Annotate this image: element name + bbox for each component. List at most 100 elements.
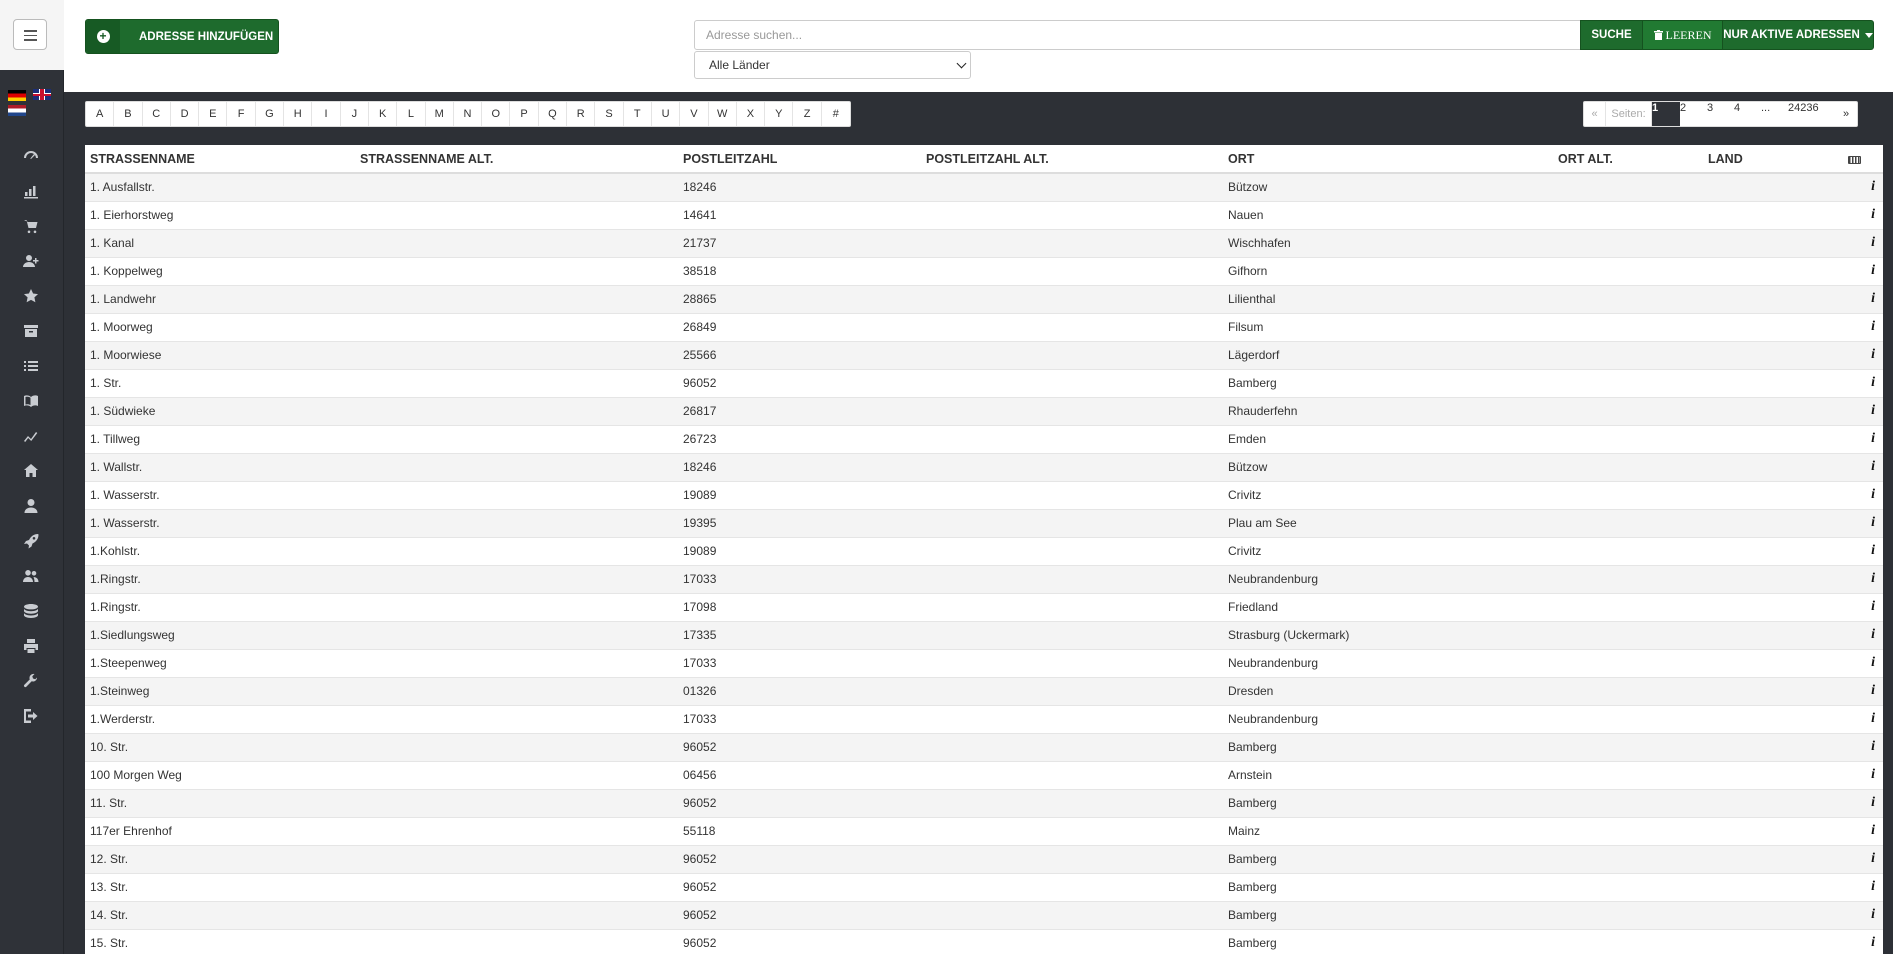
info-icon[interactable]: i xyxy=(1833,172,1883,201)
info-icon[interactable]: i xyxy=(1833,844,1883,873)
country-select[interactable]: Alle Länder xyxy=(694,51,971,79)
table-row[interactable]: 1. Kanal 21737 Wischhafen i xyxy=(85,228,1883,257)
sidebar-item-wrench[interactable] xyxy=(20,672,42,690)
alphabet-letter-q[interactable]: Q xyxy=(539,102,568,126)
sidebar-item-star[interactable] xyxy=(20,287,42,305)
info-icon[interactable]: i xyxy=(1833,788,1883,817)
table-row[interactable]: 1. Str. 96052 Bamberg i xyxy=(85,368,1883,397)
alphabet-letter-e[interactable]: E xyxy=(199,102,228,126)
info-icon[interactable]: i xyxy=(1833,340,1883,369)
column-header-street[interactable]: STRASSENNAME xyxy=(85,145,355,174)
table-row[interactable]: 1. Koppelweg 38518 Gifhorn i xyxy=(85,256,1883,285)
table-row[interactable]: 1. Wasserstr. 19089 Crivitz i xyxy=(85,480,1883,509)
table-row[interactable]: 12. Str. 96052 Bamberg i xyxy=(85,844,1883,873)
table-row[interactable]: 1. Südwieke 26817 Rhauderfehn i xyxy=(85,396,1883,425)
info-icon[interactable]: i xyxy=(1833,480,1883,509)
info-icon[interactable]: i xyxy=(1833,676,1883,705)
column-header-country[interactable]: LAND xyxy=(1703,145,1833,174)
info-icon[interactable]: i xyxy=(1833,228,1883,257)
column-header-city-alt[interactable]: ORT ALT. xyxy=(1553,145,1703,174)
alphabet-letter-b[interactable]: B xyxy=(114,102,143,126)
info-icon[interactable]: i xyxy=(1833,872,1883,901)
pagination-page-24236[interactable]: 24236 xyxy=(1788,102,1835,126)
table-row[interactable]: 15. Str. 96052 Bamberg i xyxy=(85,928,1883,954)
flag-german-icon[interactable] xyxy=(8,90,26,101)
alphabet-letter-k[interactable]: K xyxy=(369,102,398,126)
alphabet-letter-g[interactable]: G xyxy=(256,102,285,126)
info-icon[interactable]: i xyxy=(1833,900,1883,929)
info-icon[interactable]: i xyxy=(1833,312,1883,341)
pagination-page-2[interactable]: 2 xyxy=(1680,102,1707,126)
table-row[interactable]: 13. Str. 96052 Bamberg i xyxy=(85,872,1883,901)
info-icon[interactable]: i xyxy=(1833,704,1883,733)
info-icon[interactable]: i xyxy=(1833,564,1883,593)
sidebar-item-home[interactable] xyxy=(20,462,42,480)
pagination-page-1[interactable]: 1 xyxy=(1652,102,1680,126)
table-row[interactable]: 1. Ausfallstr. 18246 Bützow i xyxy=(85,172,1883,201)
info-icon[interactable]: i xyxy=(1833,648,1883,677)
info-icon[interactable]: i xyxy=(1833,452,1883,481)
table-row[interactable]: 14. Str. 96052 Bamberg i xyxy=(85,900,1883,929)
column-header-postal-code-alt[interactable]: POSTLEITZAHL ALT. xyxy=(921,145,1223,174)
sidebar-item-list[interactable] xyxy=(20,357,42,375)
alphabet-letter-r[interactable]: R xyxy=(567,102,596,126)
alphabet-letter-y[interactable]: Y xyxy=(765,102,794,126)
info-icon[interactable]: i xyxy=(1833,816,1883,845)
sidebar-item-archive[interactable] xyxy=(20,322,42,340)
table-row[interactable]: 117er Ehrenhof 55118 Mainz i xyxy=(85,816,1883,845)
table-row[interactable]: 1. Wasserstr. 19395 Plau am See i xyxy=(85,508,1883,537)
info-icon[interactable]: i xyxy=(1833,732,1883,761)
info-icon[interactable]: i xyxy=(1833,620,1883,649)
alphabet-letter-w[interactable]: W xyxy=(709,102,737,126)
sidebar-item-logout[interactable] xyxy=(20,707,42,725)
sidebar-item-user-plus[interactable] xyxy=(20,252,42,270)
table-row[interactable]: 100 Morgen Weg 06456 Arnstein i xyxy=(85,760,1883,789)
alphabet-letter-x[interactable]: X xyxy=(737,102,766,126)
table-row[interactable]: 1.Ringstr. 17033 Neubrandenburg i xyxy=(85,564,1883,593)
info-icon[interactable]: i xyxy=(1833,592,1883,621)
keyboard-icon[interactable] xyxy=(1848,155,1861,164)
clear-button[interactable]: LEEREN xyxy=(1642,20,1723,50)
info-icon[interactable]: i xyxy=(1833,396,1883,425)
info-icon[interactable]: i xyxy=(1833,928,1883,954)
table-row[interactable]: 1.Ringstr. 17098 Friedland i xyxy=(85,592,1883,621)
column-header-street-alt[interactable]: STRASSENNAME ALT. xyxy=(355,145,678,174)
sidebar-item-bar-chart[interactable] xyxy=(20,182,42,200)
alphabet-letter-p[interactable]: P xyxy=(510,102,539,126)
add-address-button[interactable]: + ADRESSE HINZUFÜGEN xyxy=(85,19,279,54)
info-icon[interactable]: i xyxy=(1833,284,1883,313)
flag-english-icon[interactable] xyxy=(33,89,51,100)
table-row[interactable]: 10. Str. 96052 Bamberg i xyxy=(85,732,1883,761)
info-icon[interactable]: i xyxy=(1833,508,1883,537)
alphabet-letter-t[interactable]: T xyxy=(624,102,652,126)
alphabet-letter-d[interactable]: D xyxy=(171,102,200,126)
alphabet-letter-l[interactable]: L xyxy=(397,102,426,126)
alphabet-letter-a[interactable]: A xyxy=(86,102,115,126)
pagination-next-button[interactable]: » xyxy=(1835,102,1857,126)
search-button[interactable]: SUCHE xyxy=(1580,20,1643,50)
table-row[interactable]: 1. Moorwiese 25566 Lägerdorf i xyxy=(85,340,1883,369)
alphabet-letter-m[interactable]: M xyxy=(426,102,454,126)
table-row[interactable]: 1.Siedlungsweg 17335 Strasburg (Uckermark)… xyxy=(85,620,1883,649)
sidebar-item-cart[interactable] xyxy=(20,217,42,235)
alphabet-letter-o[interactable]: O xyxy=(482,102,511,126)
alphabet-letter-hash[interactable]: # xyxy=(822,102,850,126)
info-icon[interactable]: i xyxy=(1833,200,1883,229)
menu-toggle-button[interactable] xyxy=(13,19,47,50)
alphabet-letter-f[interactable]: F xyxy=(227,102,256,126)
table-row[interactable]: 1.Werderstr. 17033 Neubrandenburg i xyxy=(85,704,1883,733)
sidebar-item-dashboard[interactable] xyxy=(20,147,42,165)
table-row[interactable]: 1. Eierhorstweg 14641 Nauen i xyxy=(85,200,1883,229)
pagination-page-3[interactable]: 3 xyxy=(1707,102,1734,126)
info-icon[interactable]: i xyxy=(1833,368,1883,397)
table-row[interactable]: 11. Str. 96052 Bamberg i xyxy=(85,788,1883,817)
pagination-prev-button[interactable]: « xyxy=(1584,102,1606,126)
alphabet-letter-j[interactable]: J xyxy=(341,102,369,126)
table-row[interactable]: 1.Kohlstr. 19089 Crivitz i xyxy=(85,536,1883,565)
column-header-city[interactable]: ORT xyxy=(1223,145,1553,174)
sidebar-item-print[interactable] xyxy=(20,637,42,655)
active-addresses-dropdown[interactable]: NUR AKTIVE ADRESSEN xyxy=(1722,20,1874,50)
table-row[interactable]: 1. Wallstr. 18246 Bützow i xyxy=(85,452,1883,481)
table-row[interactable]: 1.Steepenweg 17033 Neubrandenburg i xyxy=(85,648,1883,677)
table-row[interactable]: 1. Tillweg 26723 Emden i xyxy=(85,424,1883,453)
